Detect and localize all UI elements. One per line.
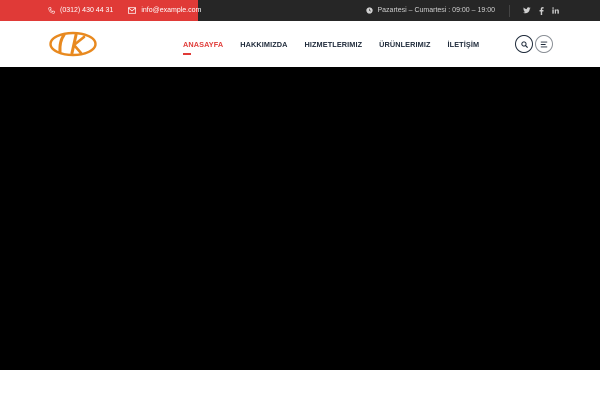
email-contact[interactable]: info@example.com [128, 7, 201, 14]
facebook-icon[interactable] [536, 6, 546, 16]
twitter-icon[interactable] [522, 6, 532, 16]
nav-urunlerimiz[interactable]: ÜRÜNLERIMIZ [379, 40, 430, 49]
brand-logo[interactable] [48, 30, 98, 58]
nav-hizmetlerimiz[interactable]: HIZMETLERIMIZ [305, 40, 363, 49]
main-navigation: ANASAYFA HAKKIMIZDA HIZMETLERIMIZ ÜRÜNLE… [183, 21, 496, 67]
topbar-info: Pazartesi – Cumartesi : 09:00 – 19:00 [366, 0, 560, 21]
menu-button[interactable] [535, 35, 553, 53]
contact-strip: (0312) 430 44 31 info@example.com [0, 0, 201, 21]
topbar-divider [509, 4, 510, 17]
hours-text: Pazartesi – Cumartesi : 09:00 – 19:00 [377, 7, 495, 14]
social-links [522, 6, 560, 16]
logo-mark [49, 31, 97, 57]
nav-hakkimizda[interactable]: HAKKIMIZDA [240, 40, 287, 49]
phone-number: (0312) 430 44 31 [60, 7, 114, 14]
hero-video-area [0, 67, 600, 370]
linkedin-icon[interactable] [550, 6, 560, 16]
clock-icon [366, 7, 374, 14]
top-bar: (0312) 430 44 31 info@example.com Pazart… [0, 0, 600, 21]
email-address: info@example.com [141, 7, 202, 14]
nav-anasayfa[interactable]: ANASAYFA [183, 40, 223, 55]
search-icon [520, 40, 528, 48]
nav-iletisim[interactable]: İLETİŞİM [448, 40, 480, 49]
opening-hours: Pazartesi – Cumartesi : 09:00 – 19:00 [366, 7, 495, 14]
content-area [0, 370, 600, 400]
site-header: ANASAYFA HAKKIMIZDA HIZMETLERIMIZ ÜRÜNLE… [0, 21, 600, 67]
search-button[interactable] [515, 35, 533, 53]
phone-icon [48, 7, 55, 14]
hamburger-icon [540, 41, 548, 47]
envelope-icon [128, 7, 137, 14]
phone-contact[interactable]: (0312) 430 44 31 [48, 7, 113, 14]
